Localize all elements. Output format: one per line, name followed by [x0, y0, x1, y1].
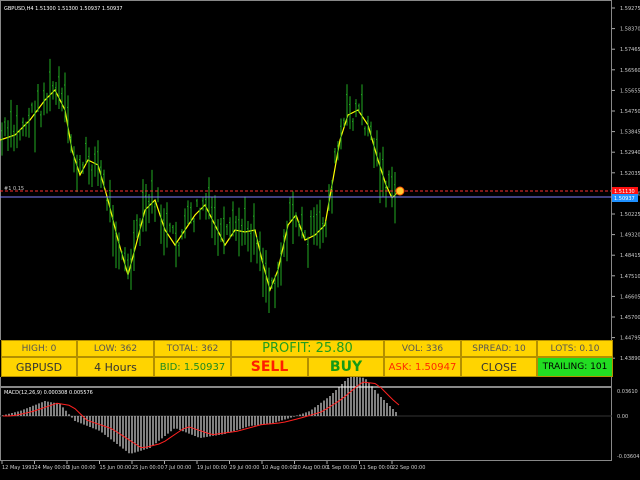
low-cell: LOW: 362: [77, 340, 154, 357]
date-tick-label: 15 Jun 00:00: [100, 465, 132, 471]
price-tick-label: 1.52035: [620, 171, 640, 177]
price-tick-label: 1.44795: [620, 336, 640, 342]
trailing-button[interactable]: TRAILING: 101: [537, 357, 613, 377]
price-tick-label: 1.55655: [620, 88, 640, 94]
macd-tick-zero: 0.00: [617, 414, 628, 420]
lots-cell[interactable]: LOTS: 0.10: [537, 340, 613, 357]
high-cell: HIGH: 0: [1, 340, 77, 357]
date-tick-label: 22 Sep 00:00: [392, 465, 425, 471]
price-tick-label: 1.48415: [620, 253, 640, 259]
buy-button[interactable]: BUY: [308, 357, 384, 377]
spread-cell: SPREAD: 10: [461, 340, 537, 357]
date-tick-label: 11 Sep 00:00: [360, 465, 393, 471]
price-tick-label: 1.43890: [620, 356, 640, 362]
price-marker-blue-label: 1.50937: [614, 196, 635, 202]
moving-average-line: [0, 88, 399, 292]
bid-cell: BID: 1.50937: [154, 357, 231, 377]
macd-tick-top: 0.03610: [617, 389, 638, 395]
profit-cell: PROFIT: 25.80: [231, 340, 384, 357]
close-button[interactable]: CLOSE: [461, 357, 537, 377]
date-tick-label: 24 May 00:00: [35, 465, 69, 471]
trade-panel: HIGH: 0 LOW: 362 TOTAL: 362 PROFIT: 25.8…: [0, 340, 613, 377]
sell-button[interactable]: SELL: [231, 357, 308, 377]
chart-frame: [0, 0, 612, 387]
date-tick-label: 20 Aug 00:00: [295, 465, 329, 471]
date-tick-label: 3 Jun 00:00: [67, 465, 96, 471]
price-tick-label: 1.57465: [620, 47, 640, 53]
date-tick-label: 29 Jul 00:00: [230, 465, 260, 471]
price-tick-label: 1.46605: [620, 294, 640, 300]
macd-frame: [0, 387, 612, 461]
ask-cell: ASK: 1.50947: [384, 357, 461, 377]
order-level-label: #1 0.15: [4, 186, 24, 192]
date-tick-label: 1 Sep 00:00: [327, 465, 357, 471]
date-tick-label: 10 Aug 00:00: [262, 465, 296, 471]
date-tick-label: 19 Jul 00:00: [197, 465, 227, 471]
price-tick-label: 1.53845: [620, 130, 640, 136]
price-tick-label: 1.52940: [620, 150, 640, 156]
macd-tick-bottom: -0.03604: [617, 454, 639, 460]
symbol-cell: GBPUSD: [1, 357, 77, 377]
date-tick-label: 12 May 1993: [2, 465, 35, 471]
vol-cell: VOL: 336: [384, 340, 461, 357]
price-tick-label: 1.56560: [620, 68, 640, 74]
chart-title: GBPUSD,H4 1.51300 1.51300 1.50937 1.5093…: [4, 6, 123, 12]
price-tick-label: 1.54750: [620, 109, 640, 115]
price-tick-label: 1.45700: [620, 315, 640, 321]
date-tick-label: 25 Jun 00:00: [132, 465, 164, 471]
date-tick-label: 7 Jul 00:00: [165, 465, 192, 471]
macd-label: MACD(12,26,9) 0.000308 0.005576: [4, 390, 93, 396]
price-tick-label: 1.50225: [620, 212, 640, 218]
timeframe-cell: 4 Hours: [77, 357, 154, 377]
price-tick-label: 1.47510: [620, 274, 640, 280]
total-cell: TOTAL: 362: [154, 340, 231, 357]
price-tick-label: 1.59275: [620, 6, 640, 12]
order-marker-icon[interactable]: [395, 186, 405, 196]
chart-area[interactable]: GBPUSD,H4 1.51300 1.51300 1.50937 1.5093…: [0, 0, 640, 480]
price-tick-label: 1.49320: [620, 233, 640, 239]
price-tick-label: 1.58370: [620, 27, 640, 33]
